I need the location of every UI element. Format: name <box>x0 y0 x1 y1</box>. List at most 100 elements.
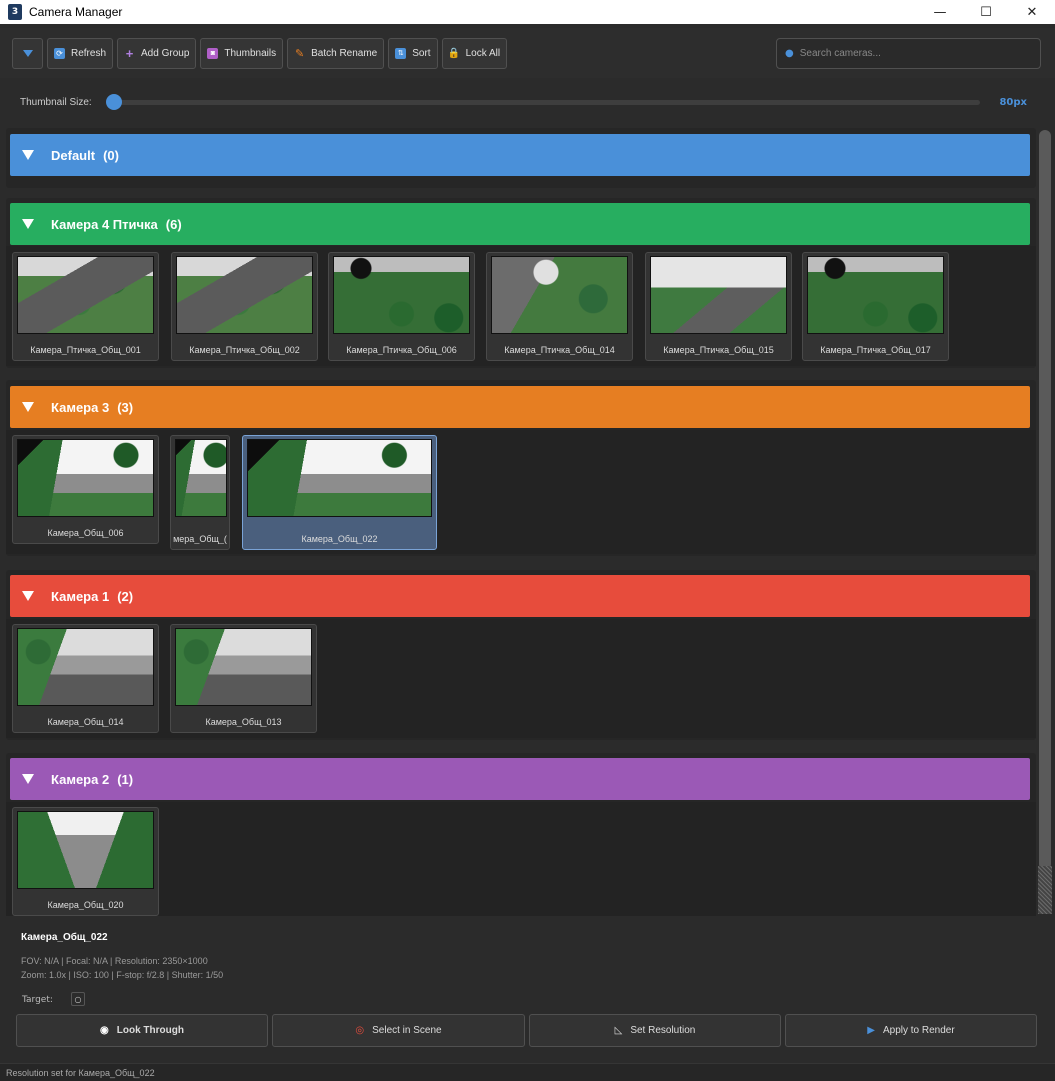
thumbnails-label: Thumbnails <box>224 47 277 59</box>
camera-thumbnail[interactable]: Камера_Общ_014 <box>12 624 159 733</box>
target-label: Target: <box>22 995 53 1005</box>
camera-name: Камера_Общ_006 <box>47 528 124 538</box>
scrollbar-track-end <box>1038 866 1052 914</box>
collapse-triangle-icon <box>22 219 34 229</box>
status-bar: Resolution set for Камера_Общ_022 <box>0 1063 1055 1081</box>
camera-name: Камера_Общ_013 <box>205 717 282 727</box>
group-header[interactable]: Камера 4 Птичка (6) <box>10 203 1030 245</box>
app-logo-icon: 3 <box>8 4 22 20</box>
look-through-label: Look Through <box>116 1025 184 1036</box>
collapse-triangle-icon <box>22 774 34 784</box>
collapse-triangle-icon <box>22 591 34 601</box>
camera-thumbnail[interactable]: Камера_Птичка_Общ_014 <box>486 252 633 361</box>
group-kamera-1: Камера 1 (2) Камера_Общ_014 Камера_Общ_0… <box>6 570 1036 740</box>
vertical-scrollbar[interactable] <box>1038 126 1052 914</box>
sort-icon: ⇅ <box>395 47 407 59</box>
select-in-scene-button[interactable]: ◎ Select in Scene <box>272 1014 525 1047</box>
close-button[interactable]: ✕ <box>1009 0 1055 24</box>
camera-thumbnail[interactable]: Камера_Птичка_Общ_002 <box>171 252 318 361</box>
search-input[interactable] <box>799 48 1020 59</box>
batch-rename-label: Batch Rename <box>311 47 378 59</box>
set-resolution-label: Set Resolution <box>630 1025 696 1036</box>
add-group-label: Add Group <box>141 47 190 59</box>
select-in-scene-label: Select in Scene <box>372 1025 442 1036</box>
camera-name: Камера_Птичка_Общ_002 <box>189 345 300 355</box>
camera-thumbnail[interactable]: мера_Общ_( <box>170 435 230 550</box>
group-header[interactable]: Камера 1 (2) <box>10 575 1030 617</box>
batch-rename-button[interactable]: ✎ Batch Rename <box>287 37 385 69</box>
camera-preview-image <box>17 628 154 706</box>
refresh-icon: ⟳ <box>54 47 65 59</box>
target-pick-button[interactable]: ○ <box>71 992 85 1006</box>
camera-preview-image <box>247 439 432 517</box>
apply-to-render-button[interactable]: ▶ Apply to Render <box>785 1014 1037 1047</box>
play-icon: ▶ <box>867 1025 875 1036</box>
thumbnails-button[interactable]: ◙ Thumbnails <box>200 37 284 69</box>
group-count: (3) <box>117 399 134 415</box>
sort-label: Sort <box>412 47 431 59</box>
title-bar: 3 Camera Manager — ☐ ✕ <box>0 0 1055 24</box>
camera-name: Камера_Птичка_Общ_001 <box>30 345 141 355</box>
set-resolution-button[interactable]: ◺ Set Resolution <box>529 1014 781 1047</box>
camera-info-panel: Камера_Общ_022 FOV: N/A | Focal: N/A | R… <box>0 918 1055 1063</box>
eye-icon: ◉ <box>100 1025 109 1036</box>
group-title: Камера 1 <box>51 588 110 604</box>
thumbnail-size-row: Thumbnail Size: 80px <box>0 88 1055 116</box>
camera-thumbnail[interactable]: Камера_Общ_013 <box>170 624 317 733</box>
group-body: Камера_Общ_014 Камера_Общ_013 <box>6 619 1036 738</box>
group-count: (0) <box>103 147 119 163</box>
selected-camera-name: Камера_Общ_022 <box>21 932 108 943</box>
search-icon: ● <box>785 48 794 59</box>
camera-optics-line: FOV: N/A | Focal: N/A | Resolution: 2350… <box>21 956 208 966</box>
thumbnail-size-value: 80px <box>999 97 1027 108</box>
camera-thumbnail-selected[interactable]: Камера_Общ_022 <box>242 435 437 550</box>
group-header[interactable]: Камера 2 (1) <box>10 758 1030 800</box>
plus-icon: + <box>125 45 134 61</box>
window-title: Camera Manager <box>29 5 123 19</box>
camera-thumbnail[interactable]: Камера_Птичка_Общ_006 <box>328 252 475 361</box>
camera-name: Камера_Общ_014 <box>47 717 124 727</box>
target-circle-icon: ○ <box>74 994 82 1004</box>
maximize-button[interactable]: ☐ <box>963 0 1009 24</box>
camera-preview-image <box>176 256 313 334</box>
camera-thumbnail[interactable]: Камера_Общ_020 <box>12 807 159 916</box>
camera-preview-image <box>491 256 628 334</box>
refresh-button[interactable]: ⟳ Refresh <box>47 37 114 69</box>
pencil-icon: ✎ <box>294 47 305 60</box>
refresh-label: Refresh <box>71 47 107 59</box>
camera-name: Камера_Птичка_Общ_014 <box>504 345 615 355</box>
group-default: Default (0) <box>6 128 1036 188</box>
look-through-button[interactable]: ◉ Look Through <box>16 1014 268 1047</box>
thumbnail-size-label: Thumbnail Size: <box>20 96 92 108</box>
collapse-all-button[interactable] <box>12 37 43 69</box>
camera-preview-image <box>175 628 312 706</box>
camera-thumbnail[interactable]: Камера_Общ_006 <box>12 435 159 544</box>
camera-preview-image <box>17 811 154 889</box>
lock-all-label: Lock All <box>465 47 501 59</box>
camera-groups-area[interactable]: Default (0) Камера 4 Птичка (6) Камера_П… <box>6 126 1036 916</box>
group-kamera-4-ptichka: Камера 4 Птичка (6) Камера_Птичка_Общ_00… <box>6 198 1036 368</box>
camera-thumbnail[interactable]: Камера_Птичка_Общ_001 <box>12 252 159 361</box>
camera-preview-image <box>333 256 470 334</box>
toolbar: ⟳ Refresh + Add Group ◙ Thumbnails ✎ Bat… <box>0 28 1055 78</box>
thumbnail-size-slider[interactable] <box>108 100 980 105</box>
camera-thumbnail[interactable]: Камера_Птичка_Общ_017 <box>802 252 949 361</box>
add-group-button[interactable]: + Add Group <box>117 37 197 69</box>
group-body: Камера_Общ_020 <box>6 802 1036 916</box>
camera-exposure-line: Zoom: 1.0x | ISO: 100 | F-stop: f/2.8 | … <box>21 970 224 980</box>
lock-all-button[interactable]: 🔒 Lock All <box>441 37 508 69</box>
camera-preview-image <box>807 256 944 334</box>
group-header[interactable]: Default (0) <box>10 134 1030 176</box>
group-kamera-2: Камера 2 (1) Камера_Общ_020 <box>6 753 1036 916</box>
camera-thumbnail[interactable]: Камера_Птичка_Общ_015 <box>645 252 792 361</box>
minimize-button[interactable]: — <box>917 0 963 24</box>
group-header[interactable]: Камера 3 (3) <box>10 386 1030 428</box>
camera-name: Камера_Птичка_Общ_017 <box>820 345 931 355</box>
scrollbar-thumb[interactable] <box>1039 130 1051 870</box>
group-title: Камера 4 Птичка <box>51 216 158 232</box>
slider-handle[interactable] <box>106 94 122 110</box>
search-box[interactable]: ● <box>776 38 1041 69</box>
group-kamera-3: Камера 3 (3) Камера_Общ_006 мера_Общ_( К… <box>6 380 1036 556</box>
camera-icon: ◙ <box>207 47 219 59</box>
sort-button[interactable]: ⇅ Sort <box>388 37 438 69</box>
